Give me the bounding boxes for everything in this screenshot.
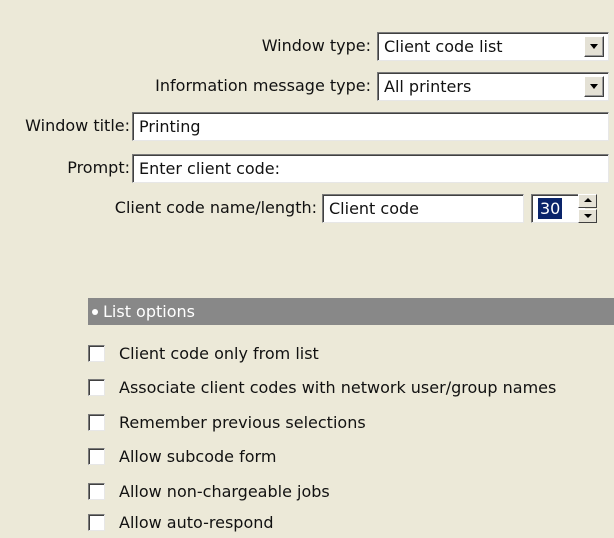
window-title-input[interactable]: Printing — [132, 112, 609, 141]
chevron-down-icon[interactable] — [584, 76, 604, 97]
checkbox-label: Allow auto-respond — [119, 513, 274, 532]
chevron-down-icon[interactable] — [584, 36, 604, 57]
prompt-label: Prompt: — [67, 158, 130, 177]
checkbox[interactable] — [88, 514, 105, 531]
checkbox[interactable] — [88, 414, 105, 431]
client-code-length-value[interactable]: 30 — [538, 198, 563, 219]
prompt-input[interactable]: Enter client code: — [132, 154, 609, 183]
checkbox-label: Associate client codes with network user… — [119, 378, 557, 397]
checkbox[interactable] — [88, 448, 105, 465]
info-message-type-label: Information message type: — [155, 76, 371, 95]
bullet-icon — [92, 308, 98, 315]
window-type-label: Window type: — [261, 36, 371, 55]
client-code-name-input[interactable]: Client code — [322, 194, 524, 223]
length-spinner[interactable] — [578, 194, 597, 223]
checkbox[interactable] — [88, 483, 105, 500]
checkbox-label: Client code only from list — [119, 344, 319, 363]
checkbox-label: Allow subcode form — [119, 447, 277, 466]
checkbox-label: Allow non-chargeable jobs — [119, 482, 330, 501]
list-options-header: List options — [88, 298, 614, 325]
spin-down-icon[interactable] — [578, 209, 597, 223]
checkbox[interactable] — [88, 379, 105, 396]
checkbox[interactable] — [88, 345, 105, 362]
window-type-value: Client code list — [384, 37, 503, 56]
list-options-title: List options — [103, 302, 195, 321]
info-message-type-value: All printers — [384, 77, 472, 96]
checkbox-label: Remember previous selections — [119, 413, 366, 432]
window-title-label: Window title: — [25, 116, 130, 135]
info-message-type-select[interactable]: All printers — [377, 72, 609, 101]
window-type-select[interactable]: Client code list — [377, 32, 609, 61]
client-code-label: Client code name/length: — [114, 198, 317, 217]
spin-up-icon[interactable] — [578, 194, 597, 208]
